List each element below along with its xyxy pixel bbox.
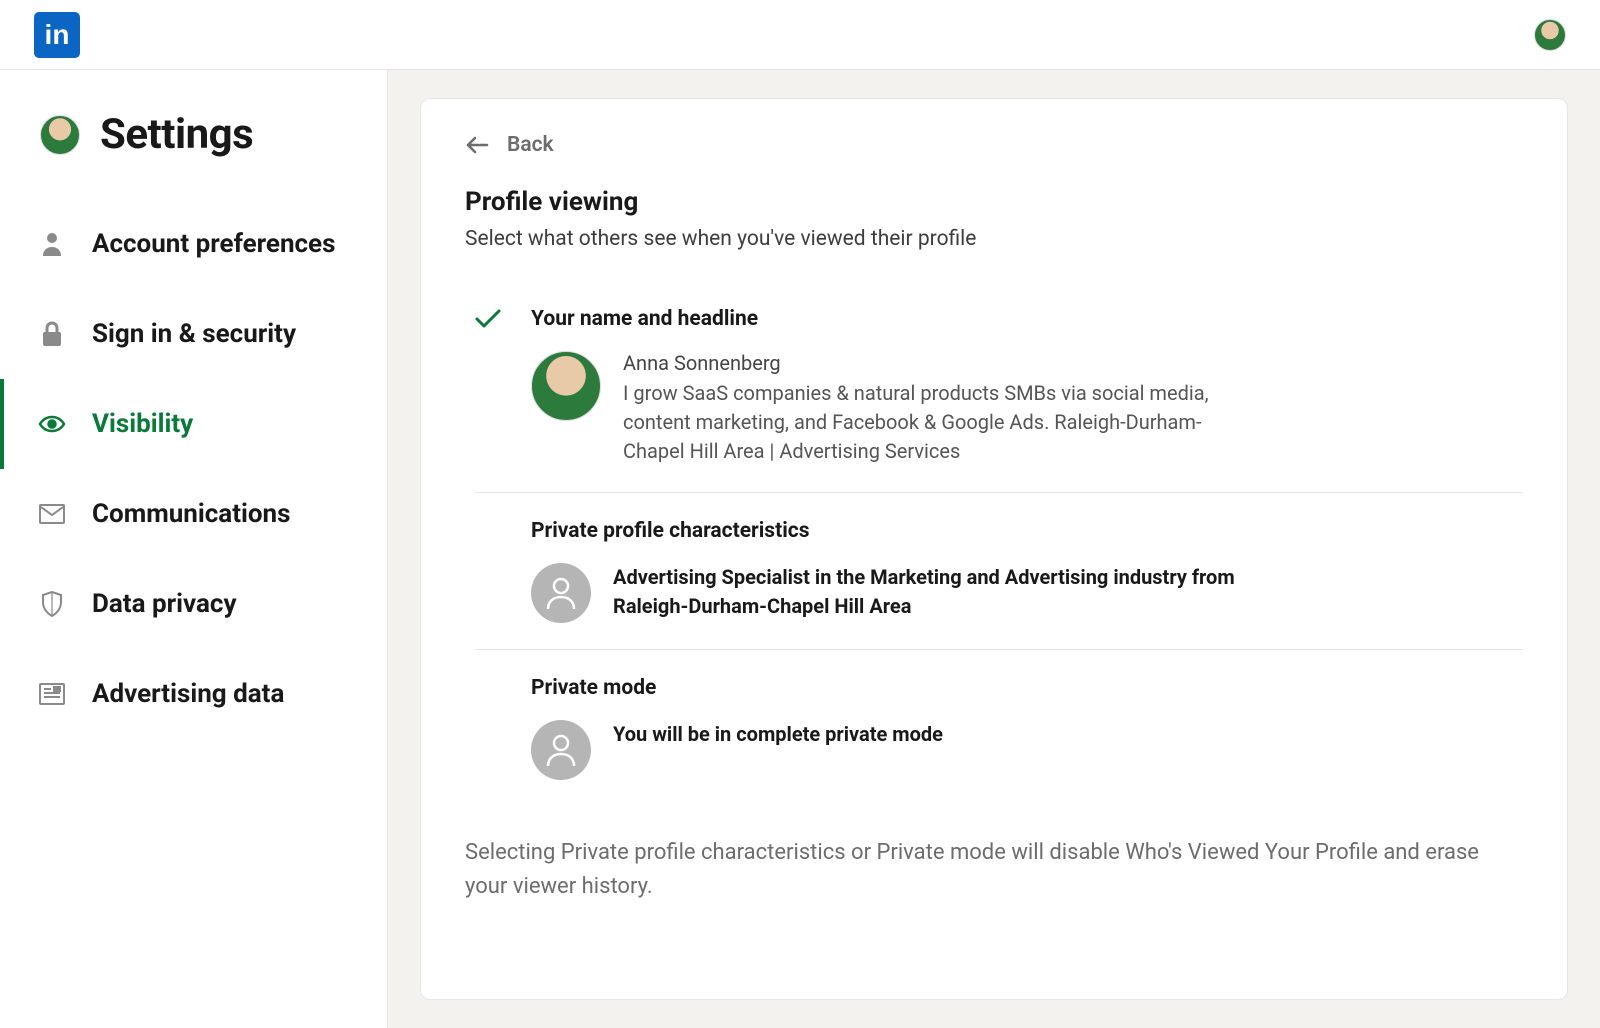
viewing-options: Your name and headline Anna Sonnenberg I… [465, 281, 1523, 806]
sidebar: Settings Account preferences Sign in & s… [0, 70, 388, 1028]
silhouette-icon [531, 720, 591, 780]
mail-icon [38, 500, 66, 528]
eye-icon [38, 410, 66, 438]
sidebar-item-label: Sign in & security [92, 319, 296, 349]
option-check-empty [475, 676, 505, 678]
option-private-characteristics[interactable]: Private profile characteristics Advertis… [475, 493, 1523, 650]
silhouette-icon [531, 563, 591, 623]
page-subtitle: Select what others see when you've viewe… [465, 227, 1523, 251]
sidebar-item-sign-in-security[interactable]: Sign in & security [0, 289, 387, 379]
arrow-left-icon [465, 136, 489, 154]
content-area: Settings Account preferences Sign in & s… [0, 70, 1600, 1028]
profile-name: Anna Sonnenberg [623, 351, 1263, 375]
page-title: Profile viewing [465, 187, 1523, 217]
option-body: Private mode You will be in complete pri… [531, 676, 1523, 780]
settings-header: Settings [0, 110, 387, 199]
sidebar-item-communications[interactable]: Communications [0, 469, 387, 559]
settings-panel: Back Profile viewing Select what others … [420, 98, 1568, 1000]
check-icon [475, 307, 505, 329]
sidebar-item-label: Communications [92, 499, 291, 529]
option-your-name-headline[interactable]: Your name and headline Anna Sonnenberg I… [475, 281, 1523, 493]
option-title: Private profile characteristics [531, 519, 1523, 543]
main-area: Back Profile viewing Select what others … [388, 70, 1600, 1028]
settings-title: Settings [100, 110, 253, 159]
option-private-mode[interactable]: Private mode You will be in complete pri… [475, 650, 1523, 806]
sidebar-item-label: Advertising data [92, 679, 284, 709]
privacy-note: Selecting Private profile characteristic… [465, 836, 1523, 904]
option-title: Your name and headline [531, 307, 1523, 331]
back-label: Back [507, 133, 554, 157]
profile-headline: I grow SaaS companies & natural products… [623, 379, 1263, 466]
top-bar: in [0, 0, 1600, 70]
option-description: You will be in complete private mode [613, 720, 943, 749]
sidebar-item-data-privacy[interactable]: Data privacy [0, 559, 387, 649]
sidebar-avatar[interactable] [40, 115, 80, 155]
option-title: Private mode [531, 676, 1523, 700]
option-check-empty [475, 519, 505, 521]
person-icon [38, 230, 66, 258]
sidebar-item-account-preferences[interactable]: Account preferences [0, 199, 387, 289]
header-avatar[interactable] [1534, 19, 1566, 51]
sidebar-item-visibility[interactable]: Visibility [0, 379, 387, 469]
sidebar-item-label: Visibility [92, 409, 193, 439]
sidebar-item-label: Account preferences [92, 229, 335, 259]
linkedin-logo[interactable]: in [34, 12, 80, 58]
option-body: Your name and headline Anna Sonnenberg I… [531, 307, 1523, 466]
lock-icon [38, 320, 66, 348]
profile-avatar [531, 351, 601, 421]
option-body: Private profile characteristics Advertis… [531, 519, 1523, 623]
linkedin-logo-text: in [45, 19, 70, 51]
option-description: Advertising Specialist in the Marketing … [613, 563, 1253, 621]
ad-newspaper-icon [38, 680, 66, 708]
shield-icon [38, 590, 66, 618]
sidebar-item-label: Data privacy [92, 589, 237, 619]
sidebar-item-advertising-data[interactable]: Advertising data [0, 649, 387, 739]
back-button[interactable]: Back [465, 133, 1523, 157]
